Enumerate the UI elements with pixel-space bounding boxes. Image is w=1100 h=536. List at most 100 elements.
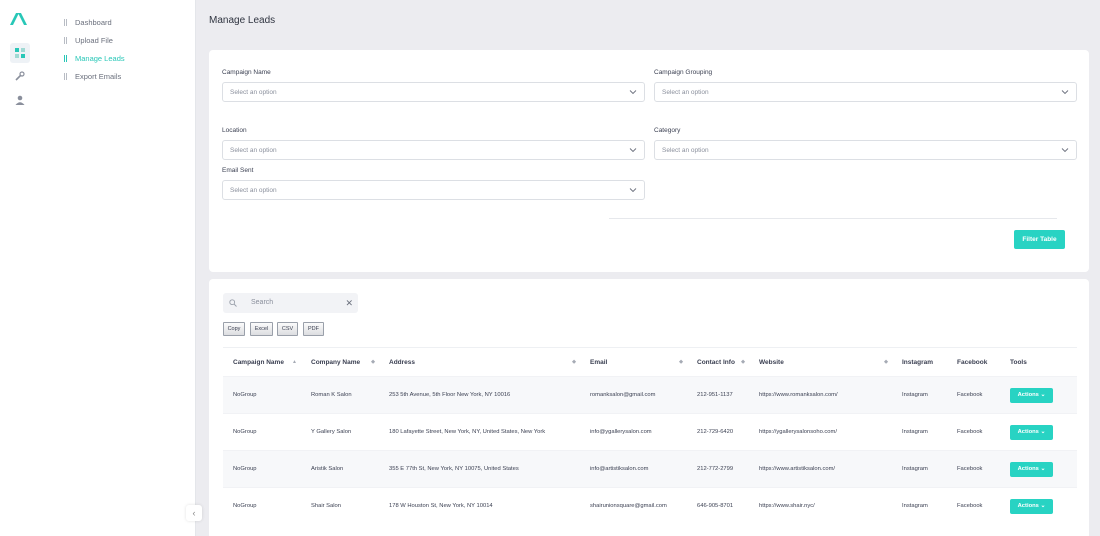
chevron-down-icon: ⌄ — [1038, 466, 1046, 472]
chevron-down-icon: ⌄ — [1038, 392, 1046, 398]
column-header[interactable]: Contact Info ◆ — [687, 347, 749, 377]
column-header-label: Website — [759, 358, 784, 366]
campaign-cell: NoGroup — [223, 413, 301, 451]
column-header-label: Tools — [1010, 358, 1027, 366]
column-header[interactable]: Address ◆ — [379, 347, 580, 377]
location-label: Location — [222, 127, 247, 134]
nav-bullet-icon — [64, 18, 67, 26]
address-cell: 178 W Houston St, New York, NY 10014 — [379, 487, 580, 525]
campaign-cell: NoGroup — [223, 450, 301, 488]
tools-cell: Actions ⌄ — [1000, 413, 1077, 451]
actions-button[interactable]: Actions ⌄ — [1010, 498, 1053, 514]
facebook-link[interactable]: Facebook — [947, 376, 1000, 414]
instagram-link[interactable]: Instagram — [892, 487, 947, 525]
tools-cell: Actions ⌄ — [1000, 376, 1077, 414]
company-cell: Y Gallery Salon — [301, 413, 379, 451]
logo-icon[interactable] — [9, 12, 31, 31]
campaign-cell: NoGroup — [223, 376, 301, 414]
email-sent-label: Email Sent — [222, 167, 254, 174]
sidebar-nav: Dashboard Upload File Manage Leads Expor… — [40, 0, 196, 536]
column-header-label: Address — [389, 358, 416, 366]
sort-icon: ◆ — [572, 359, 576, 365]
nav-item-manage-leads[interactable]: Manage Leads — [64, 51, 125, 65]
column-header-label: Company Name — [311, 358, 361, 366]
sort-icon: ◆ — [741, 359, 745, 365]
pdf-button[interactable]: PDF — [303, 322, 324, 336]
excel-button[interactable]: Excel — [250, 322, 273, 336]
dashboard-icon[interactable] — [10, 43, 30, 63]
table-header-row: Campaign Name ▲ Company Name ◆ Address ◆ Em… — [223, 347, 1077, 377]
search-input[interactable]: Search — [251, 299, 273, 306]
select-placeholder: Select an option — [230, 186, 277, 194]
nav-bullet-icon — [64, 54, 67, 62]
column-header-label: Facebook — [957, 358, 988, 366]
column-header[interactable]: Website ◆ — [749, 347, 892, 377]
csv-button[interactable]: CSV — [277, 322, 298, 336]
tools-cell: Actions ⌄ — [1000, 487, 1077, 525]
column-header[interactable]: Facebook — [947, 347, 1000, 377]
column-header-label: Email — [590, 358, 608, 366]
location-select[interactable]: Select an option — [222, 140, 645, 160]
actions-label: Actions — [1017, 503, 1039, 510]
category-label: Category — [654, 127, 681, 134]
search-box[interactable]: Search ✕ — [223, 293, 358, 313]
column-header-label: Campaign Name — [233, 358, 284, 366]
column-header-label: Contact Info — [697, 358, 735, 366]
nav-item-dashboard[interactable]: Dashboard — [64, 15, 112, 29]
table-row: NoGroup Aristik Salon 355 E 77th St, New… — [223, 450, 1077, 488]
collapse-sidebar-button[interactable]: ‹ — [186, 505, 202, 521]
column-header[interactable]: Email ◆ — [580, 347, 687, 377]
sort-icon: ◆ — [679, 359, 683, 365]
column-header-label: Instagram — [902, 358, 934, 366]
category-select[interactable]: Select an option — [654, 140, 1077, 160]
actions-button[interactable]: Actions ⌄ — [1010, 424, 1053, 440]
instagram-link[interactable]: Instagram — [892, 450, 947, 488]
instagram-link[interactable]: Instagram — [892, 376, 947, 414]
select-placeholder: Select an option — [230, 88, 277, 96]
nav-label: Dashboard — [75, 17, 112, 27]
campaign-name-label: Campaign Name — [222, 69, 271, 76]
column-header[interactable]: Company Name ◆ — [301, 347, 379, 377]
chevron-down-icon: ⌄ — [1038, 429, 1046, 435]
filter-table-button[interactable]: Filter Table — [1014, 230, 1065, 249]
actions-label: Actions — [1017, 429, 1039, 435]
facebook-link[interactable]: Facebook — [947, 413, 1000, 451]
nav-item-export-emails[interactable]: Export Emails — [64, 69, 121, 83]
contact-cell: 212-951-1137 — [687, 376, 749, 414]
instagram-link[interactable]: Instagram — [892, 413, 947, 451]
website-link[interactable]: https://www.shair.nyc/ — [749, 487, 892, 525]
actions-button[interactable]: Actions ⌄ — [1010, 387, 1053, 403]
contact-cell: 646-905-8701 — [687, 487, 749, 525]
nav-item-upload-file[interactable]: Upload File — [64, 33, 113, 47]
email-cell: romanksalon@gmail.com — [580, 376, 687, 414]
email-sent-select[interactable]: Select an option — [222, 180, 645, 200]
facebook-link[interactable]: Facebook — [947, 450, 1000, 488]
nav-label: Upload File — [75, 35, 113, 45]
actions-button[interactable]: Actions ⌄ — [1010, 461, 1053, 477]
clear-icon[interactable]: ✕ — [345, 298, 353, 309]
divider — [609, 218, 1057, 219]
email-cell: info@artistiksalon.com — [580, 450, 687, 488]
column-header[interactable]: Instagram — [892, 347, 947, 377]
website-link[interactable]: https://www.artistiksalon.com/ — [749, 450, 892, 488]
facebook-link[interactable]: Facebook — [947, 487, 1000, 525]
contact-cell: 212-772-2799 — [687, 450, 749, 488]
search-icon — [229, 299, 237, 307]
website-link[interactable]: https://www.romanksalon.com/ — [749, 376, 892, 414]
sort-icon: ◆ — [371, 359, 375, 365]
nav-label: Manage Leads — [75, 53, 125, 63]
campaign-cell: NoGroup — [223, 487, 301, 525]
column-header: Tools — [1000, 347, 1077, 377]
address-cell: 253 5th Avenue, 5th Floor New York, NY 1… — [379, 376, 580, 414]
campaign-grouping-select[interactable]: Select an option — [654, 82, 1077, 102]
campaign-name-select[interactable]: Select an option — [222, 82, 645, 102]
table-row: NoGroup Roman K Salon 253 5th Avenue, 5t… — [223, 376, 1077, 414]
column-header[interactable]: Campaign Name ▲ — [223, 347, 301, 377]
user-icon[interactable] — [10, 90, 30, 110]
chevron-down-icon — [1061, 90, 1069, 95]
website-link[interactable]: https://ygallerysalonsoho.com/ — [749, 413, 892, 451]
leads-table-card: Search ✕ Copy Excel CSV PDF Campaign Nam… — [209, 279, 1089, 536]
wrench-icon[interactable] — [10, 66, 30, 86]
copy-button[interactable]: Copy — [223, 322, 245, 336]
leads-table: Campaign Name ▲ Company Name ◆ Address ◆ Em… — [223, 347, 1077, 525]
